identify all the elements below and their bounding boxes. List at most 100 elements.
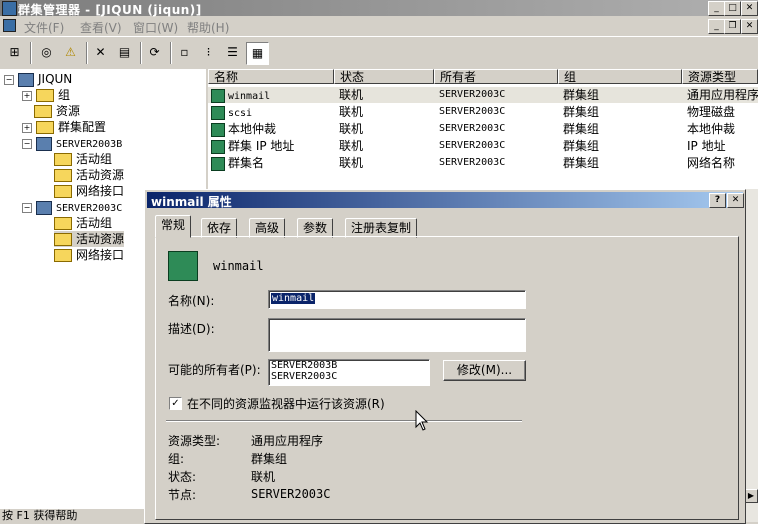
dialog-title-bar[interactable]: winmail 属性 ? ✕ bbox=[147, 192, 744, 209]
menu-help[interactable]: 帮助(H) bbox=[187, 19, 229, 36]
column-header-state[interactable]: 状态 bbox=[334, 69, 434, 84]
dialog-title: winmail 属性 bbox=[151, 195, 232, 209]
list-vertical-scrollbar[interactable]: ▶ bbox=[744, 189, 758, 522]
general-tab-panel: winmail 名称(N): winmail 描述(D): 可能的所有者(P):… bbox=[155, 236, 739, 520]
resource-icon bbox=[211, 88, 225, 103]
menu-window[interactable]: 窗口(W) bbox=[133, 19, 178, 36]
window-title: 群集管理器 - [JIQUN (jiqun)] bbox=[18, 3, 202, 17]
menu-file[interactable]: 文件(F) bbox=[24, 19, 64, 36]
node-label: 节点: bbox=[168, 488, 197, 502]
resource-icon bbox=[211, 139, 225, 154]
collapse-icon[interactable]: − bbox=[4, 74, 14, 85]
details-view-icon[interactable]: ▦ bbox=[246, 42, 269, 65]
dialog-close-button[interactable]: ✕ bbox=[727, 193, 744, 208]
large-icons-icon[interactable]: ▫ bbox=[174, 42, 195, 63]
maximize-button[interactable]: □ bbox=[724, 1, 741, 16]
scroll-right-arrow-icon[interactable]: ▶ bbox=[744, 489, 758, 503]
tree-item-active-groups[interactable]: 活动组 bbox=[54, 151, 112, 167]
cluster-icon bbox=[18, 72, 34, 87]
app-title-bar[interactable]: 群集管理器 - [JIQUN (jiqun)] _ □ ✕ bbox=[0, 0, 758, 17]
expand-icon[interactable]: + bbox=[22, 122, 32, 133]
collapse-icon[interactable]: − bbox=[22, 202, 32, 213]
modify-button[interactable]: 修改(M)... bbox=[443, 360, 526, 381]
collapse-icon[interactable]: − bbox=[22, 138, 32, 149]
name-input[interactable]: winmail bbox=[268, 290, 526, 309]
tree-item-network-interfaces[interactable]: 网络接口 bbox=[54, 247, 124, 263]
folder-icon bbox=[54, 249, 72, 262]
server-icon bbox=[36, 200, 52, 215]
list-row[interactable]: 群集 IP 地址 联机 SERVER2003C 群集组 IP 地址 bbox=[208, 138, 758, 154]
warning-icon[interactable]: ⚠ bbox=[60, 42, 81, 63]
server-icon bbox=[36, 136, 52, 151]
folder-icon bbox=[34, 105, 52, 118]
column-header-type[interactable]: 资源类型 bbox=[682, 69, 758, 84]
tree-item-cluster-config[interactable]: + 群集配置 bbox=[22, 119, 106, 135]
tree-item-active-groups[interactable]: 活动组 bbox=[54, 215, 112, 231]
mdi-restore-button[interactable]: ❐ bbox=[724, 19, 741, 34]
resource-icon bbox=[211, 156, 225, 171]
tree-item-active-resources-selected[interactable]: 活动资源 bbox=[54, 231, 125, 247]
name-label: 名称(N): bbox=[168, 294, 215, 308]
tab-registry-replication[interactable]: 注册表复制 bbox=[345, 218, 418, 238]
tree-item-server2003b[interactable]: − SERVER2003B bbox=[22, 135, 122, 151]
list-row[interactable]: scsi 联机 SERVER2003C 群集组 物理磁盘 bbox=[208, 104, 758, 120]
refresh-icon[interactable]: ⟳ bbox=[144, 42, 165, 63]
small-icons-icon[interactable]: ⁝ bbox=[198, 42, 219, 63]
tree-item-network-interfaces[interactable]: 网络接口 bbox=[54, 183, 124, 199]
cluster-app-icon bbox=[2, 1, 17, 16]
help-button[interactable]: ? bbox=[709, 193, 726, 208]
list-row[interactable]: 本地仲裁 联机 SERVER2003C 群集组 本地仲裁 bbox=[208, 121, 758, 137]
column-header-owner[interactable]: 所有者 bbox=[434, 69, 558, 84]
resource-name-heading: winmail bbox=[213, 259, 264, 273]
separate-monitor-label: 在不同的资源监视器中运行该资源(R) bbox=[187, 397, 385, 411]
resource-icon bbox=[211, 105, 225, 120]
tree-item-active-resources[interactable]: 活动资源 bbox=[54, 167, 124, 183]
resource-type-label: 资源类型: bbox=[168, 434, 221, 448]
folder-icon bbox=[36, 89, 54, 102]
tab-parameters[interactable]: 参数 bbox=[297, 218, 334, 238]
group-value: 群集组 bbox=[251, 452, 288, 466]
resource-type-value: 通用应用程序 bbox=[251, 434, 324, 448]
tab-advanced[interactable]: 高级 bbox=[249, 218, 286, 238]
properties-icon[interactable]: ▤ bbox=[114, 42, 135, 63]
tree-root[interactable]: − JIQUN bbox=[4, 71, 72, 87]
folder-icon bbox=[54, 153, 72, 166]
folder-icon bbox=[54, 217, 72, 230]
bring-online-icon[interactable]: ◎ bbox=[36, 42, 57, 63]
folder-icon bbox=[36, 121, 54, 134]
owner-item[interactable]: SERVER2003C bbox=[271, 371, 337, 382]
column-header-group[interactable]: 组 bbox=[558, 69, 682, 84]
tree-item-resources[interactable]: 资源 bbox=[34, 103, 80, 119]
status-bar: 按 F1 获得帮助 bbox=[2, 509, 78, 522]
folder-icon bbox=[54, 169, 72, 182]
name-input-value: winmail bbox=[271, 293, 316, 304]
mdi-minimize-button[interactable]: _ bbox=[708, 19, 725, 34]
folder-icon bbox=[54, 233, 72, 246]
mdi-close-button[interactable]: ✕ bbox=[741, 19, 758, 34]
toolbar-separator bbox=[86, 42, 88, 64]
delete-icon[interactable]: ✕ bbox=[90, 42, 111, 63]
description-input[interactable] bbox=[268, 318, 526, 352]
possible-owners-list[interactable]: SERVER2003B SERVER2003C bbox=[268, 359, 430, 386]
list-view-icon[interactable]: ☰ bbox=[222, 42, 243, 63]
properties-dialog[interactable]: winmail 属性 ? ✕ 常规 依存 高级 参数 注册表复制 winmail… bbox=[144, 189, 746, 524]
folder-icon bbox=[54, 185, 72, 198]
separate-monitor-checkbox[interactable]: ✓ bbox=[169, 397, 182, 410]
column-header-name[interactable]: 名称 bbox=[208, 69, 334, 84]
minimize-button[interactable]: _ bbox=[708, 1, 725, 16]
separator bbox=[166, 420, 522, 422]
owner-item[interactable]: SERVER2003B bbox=[271, 360, 337, 371]
description-label: 描述(D): bbox=[168, 322, 215, 336]
connect-cluster-icon[interactable]: ⊞ bbox=[4, 42, 25, 63]
tree-item-server2003c[interactable]: − SERVER2003C bbox=[22, 199, 122, 215]
menu-view[interactable]: 查看(V) bbox=[80, 19, 122, 36]
close-button[interactable]: ✕ bbox=[741, 1, 758, 16]
list-row[interactable]: winmail 联机 SERVER2003C 群集组 通用应用程序 bbox=[208, 87, 758, 103]
expand-icon[interactable]: + bbox=[22, 90, 32, 101]
tab-general[interactable]: 常规 bbox=[155, 215, 192, 238]
mouse-cursor-icon bbox=[415, 410, 429, 431]
list-row[interactable]: 群集名 联机 SERVER2003C 群集组 网络名称 bbox=[208, 155, 758, 171]
mdi-document-icon[interactable] bbox=[3, 19, 16, 32]
tree-item-groups[interactable]: + 组 bbox=[22, 87, 70, 103]
tab-dependencies[interactable]: 依存 bbox=[201, 218, 238, 238]
